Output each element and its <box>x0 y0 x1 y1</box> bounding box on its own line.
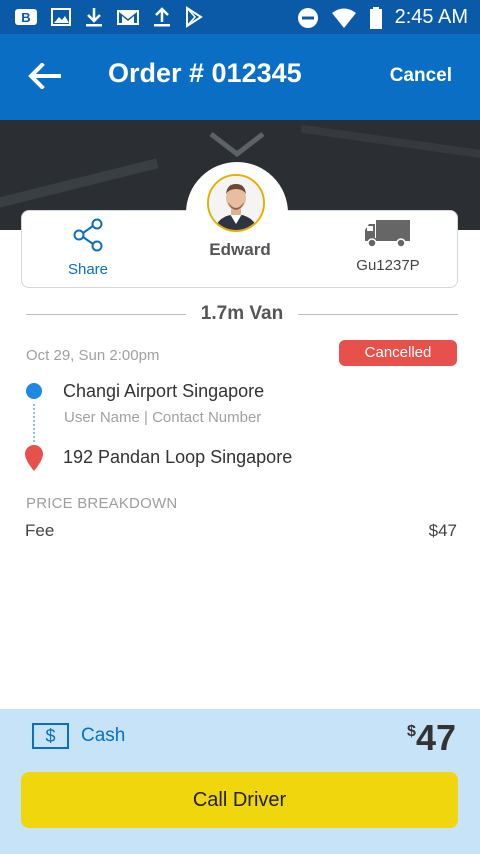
gmail-icon <box>117 10 139 25</box>
location-pin-icon <box>25 445 43 471</box>
call-driver-button[interactable]: Call Driver <box>21 772 458 828</box>
dropoff-address: 192 Pandan Loop Singapore <box>63 447 293 467</box>
route-connector <box>33 404 35 442</box>
share-icon <box>73 218 103 252</box>
currency-symbol: $ <box>407 723 416 740</box>
b-app-icon: B <box>15 9 37 25</box>
status-badge: Cancelled <box>339 340 457 366</box>
total-price: $47 <box>407 717 456 759</box>
truck-icon <box>365 220 410 248</box>
price-breakdown-title: PRICE BREAKDOWN <box>26 495 178 512</box>
share-button[interactable]: Share <box>52 218 124 278</box>
page-title: Order # 012345 <box>108 58 302 88</box>
wifi-icon <box>331 8 356 28</box>
image-icon <box>51 8 71 26</box>
order-datetime: Oct 29, Sun 2:00pm <box>26 347 160 364</box>
plate-number: Gu1237P <box>356 257 420 274</box>
share-label: Share <box>67 261 109 278</box>
svg-text:B: B <box>21 10 30 25</box>
cash-icon: $ <box>32 723 69 749</box>
pickup-address: Changi Airport Singapore <box>63 381 265 401</box>
total-amount: 47 <box>415 717 456 758</box>
do-not-disturb-icon <box>297 7 318 28</box>
cancel-order-button[interactable]: Cancel <box>390 65 452 87</box>
back-arrow-icon <box>28 63 61 89</box>
driver-photo <box>209 176 263 230</box>
pickup-dot-icon <box>26 383 42 399</box>
app-bar: Order # 012345 Cancel <box>0 34 480 120</box>
vehicle-info: Gu1237P <box>344 218 432 274</box>
map-road <box>300 124 480 164</box>
battery-icon <box>369 6 382 29</box>
play-store-icon <box>186 6 203 28</box>
clock: 2:45 AM <box>394 6 468 28</box>
system-icons: 2:45 AM <box>297 6 468 29</box>
driver-avatar <box>207 174 265 232</box>
vehicle-type-row: 1.7m Van <box>26 303 458 325</box>
payment-panel: $ Cash $47 Call Driver <box>0 709 480 854</box>
download-icon <box>86 8 102 27</box>
upload-icon <box>154 7 170 27</box>
chevron-down-icon[interactable] <box>208 130 266 158</box>
back-button[interactable] <box>22 56 66 96</box>
fee-value: $47 <box>428 521 457 540</box>
map-road <box>0 158 159 212</box>
pickup-contact: User Name | Contact Number <box>64 409 262 426</box>
vehicle-type: 1.7m Van <box>190 303 294 324</box>
payment-method: Cash <box>81 725 126 746</box>
notification-icons: B <box>14 6 204 28</box>
fee-label: Fee <box>25 521 55 540</box>
status-bar: B 2:45 AM <box>0 0 480 34</box>
